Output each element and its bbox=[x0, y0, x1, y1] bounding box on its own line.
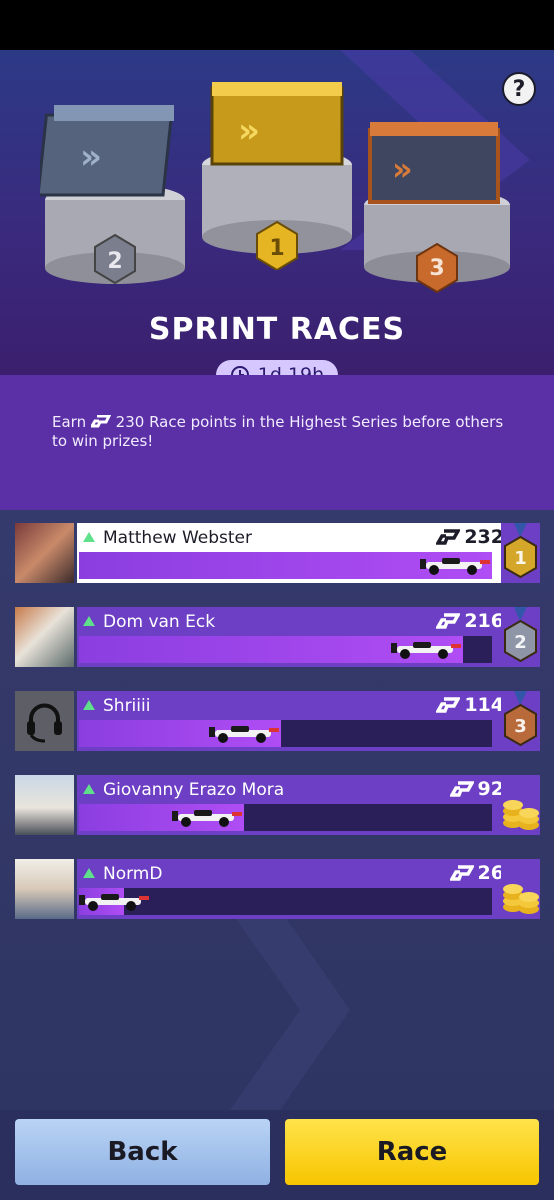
background-chevron-icon bbox=[230, 910, 350, 1110]
car-icon bbox=[420, 554, 492, 580]
clock-icon bbox=[230, 366, 249, 375]
race-points-icon bbox=[449, 781, 474, 797]
svg-text:3: 3 bbox=[514, 716, 527, 737]
timer-text: 1d 19h bbox=[257, 364, 325, 375]
car-icon bbox=[79, 890, 151, 916]
avatar[interactable] bbox=[15, 859, 74, 919]
race-points-icon bbox=[449, 865, 474, 881]
player-score: 114 bbox=[436, 694, 504, 716]
back-button[interactable]: Back bbox=[15, 1119, 270, 1185]
player-score-value: 232 bbox=[464, 526, 504, 548]
headset-icon bbox=[27, 703, 62, 743]
player-name: Giovanny Erazo Mora bbox=[103, 780, 285, 800]
podium-first[interactable]: » 1 bbox=[200, 80, 355, 270]
car-icon bbox=[391, 638, 463, 664]
hero-banner: ? » 2 » 1 » 3 SPRINT RACES 1d 19h bbox=[0, 50, 554, 375]
race-points-icon bbox=[436, 529, 461, 545]
svg-text:3: 3 bbox=[429, 256, 444, 281]
leaderboard-row[interactable]: Dom van Eck 216 2 bbox=[15, 607, 540, 667]
svg-text:2: 2 bbox=[107, 249, 122, 274]
car-icon bbox=[172, 806, 244, 832]
player-card: NormD 26 bbox=[77, 859, 526, 919]
rank-up-icon bbox=[83, 784, 95, 794]
race-button[interactable]: Race bbox=[285, 1119, 539, 1185]
help-label: ? bbox=[512, 76, 526, 102]
progress-track bbox=[79, 720, 492, 747]
info-text: Earn 230 Race points in the Highest Seri… bbox=[52, 413, 512, 451]
prize-icon[interactable] bbox=[501, 775, 540, 835]
info-points: 230 bbox=[115, 413, 145, 431]
player-score-value: 114 bbox=[464, 694, 504, 716]
footer-actions: Back Race bbox=[0, 1110, 554, 1200]
progress-track bbox=[79, 552, 492, 579]
progress-track bbox=[79, 636, 492, 663]
player-score-value: 216 bbox=[464, 610, 504, 632]
player-name: Dom van Eck bbox=[103, 612, 216, 632]
rank-up-icon bbox=[83, 868, 95, 878]
svg-text:1: 1 bbox=[514, 548, 527, 569]
leaderboard-row[interactable]: NormD 26 bbox=[15, 859, 540, 919]
timer-badge: 1d 19h bbox=[216, 360, 338, 375]
race-points-icon bbox=[436, 697, 461, 713]
svg-text:»: » bbox=[238, 111, 260, 151]
page-title: SPRINT RACES bbox=[148, 312, 406, 347]
info-prefix: Earn bbox=[52, 413, 87, 431]
svg-text:2: 2 bbox=[514, 632, 527, 653]
prize-icon[interactable]: 1 bbox=[501, 523, 540, 583]
leaderboard-row[interactable]: Giovanny Erazo Mora 92 bbox=[15, 775, 540, 835]
progress-track bbox=[79, 888, 492, 915]
svg-text:1: 1 bbox=[269, 236, 284, 261]
race-points-icon bbox=[436, 613, 461, 629]
progress-track bbox=[79, 804, 492, 831]
player-name: Shriiii bbox=[103, 696, 151, 716]
player-name: Matthew Webster bbox=[103, 528, 252, 548]
player-name: NormD bbox=[103, 864, 163, 884]
player-card: Dom van Eck 216 bbox=[77, 607, 526, 667]
player-card: Shriiii 114 bbox=[77, 691, 526, 751]
player-score: 26 bbox=[449, 862, 504, 884]
avatar[interactable] bbox=[15, 691, 74, 751]
prize-icon[interactable] bbox=[501, 859, 540, 919]
rank-up-icon bbox=[83, 700, 95, 710]
svg-text:»: » bbox=[392, 150, 413, 188]
svg-text:»: » bbox=[80, 137, 102, 177]
avatar[interactable] bbox=[15, 523, 74, 583]
podium-second[interactable]: » 2 bbox=[40, 100, 190, 290]
medal-icon: 2 bbox=[504, 607, 537, 663]
help-button[interactable]: ? bbox=[502, 72, 536, 106]
race-points-icon bbox=[90, 415, 111, 428]
car-icon bbox=[209, 722, 281, 748]
medal-icon: 1 bbox=[504, 523, 537, 579]
player-card: Giovanny Erazo Mora 92 bbox=[77, 775, 526, 835]
rank-up-icon bbox=[83, 616, 95, 626]
leaderboard-row[interactable]: Shriiii 114 3 bbox=[15, 691, 540, 751]
coins-icon bbox=[503, 800, 539, 830]
info-panel: Earn 230 Race points in the Highest Seri… bbox=[0, 375, 554, 510]
status-bar bbox=[0, 0, 554, 50]
avatar[interactable] bbox=[15, 607, 74, 667]
player-card: Matthew Webster 232 bbox=[77, 523, 526, 583]
player-score: 216 bbox=[436, 610, 504, 632]
player-score: 232 bbox=[436, 526, 504, 548]
leaderboard-row[interactable]: Matthew Webster 232 1 bbox=[15, 523, 540, 583]
prize-icon[interactable]: 2 bbox=[501, 607, 540, 667]
rank-up-icon bbox=[83, 532, 95, 542]
podium-third[interactable]: » 3 bbox=[360, 120, 515, 300]
medal-icon: 3 bbox=[504, 691, 537, 747]
prize-icon[interactable]: 3 bbox=[501, 691, 540, 751]
coins-icon bbox=[503, 884, 539, 914]
avatar[interactable] bbox=[15, 775, 74, 835]
player-score: 92 bbox=[449, 778, 504, 800]
